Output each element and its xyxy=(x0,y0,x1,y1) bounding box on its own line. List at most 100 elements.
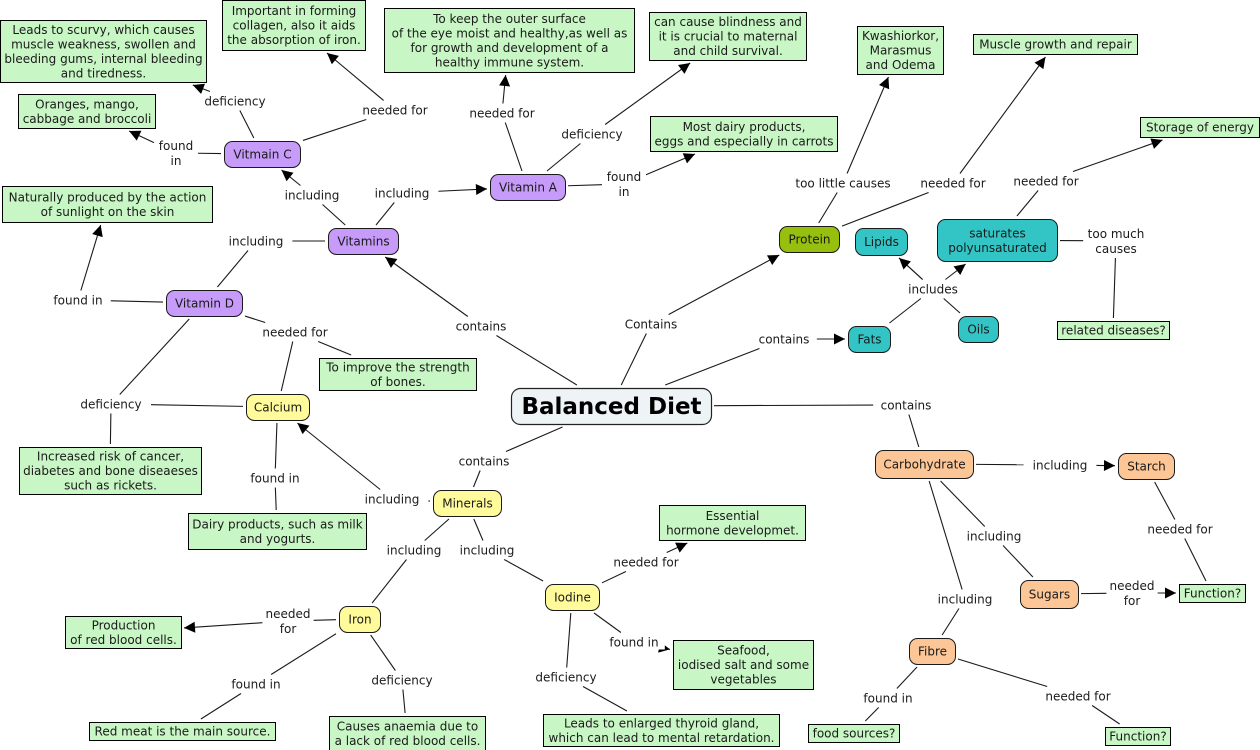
concept-label: Minerals xyxy=(442,497,493,511)
concept-thyroid[interactable]: Leads to enlarged thyroid gland, which ca… xyxy=(543,714,780,747)
concept-dairy-carrots[interactable]: Most dairy products, eggs and especially … xyxy=(650,116,838,152)
concept-iodine[interactable]: Iodine xyxy=(545,584,600,611)
concept-starch[interactable]: Starch xyxy=(1118,453,1175,480)
concept-function-starch[interactable]: Function? xyxy=(1179,584,1246,603)
concept-oranges[interactable]: Oranges, mango, cabbage and broccoli xyxy=(18,94,156,129)
concept-label: can cause blindness and it is crucial to … xyxy=(654,15,802,58)
link-label: needed for xyxy=(469,107,534,121)
concept-scurvy[interactable]: Leads to scurvy, which causes muscle weak… xyxy=(0,20,207,83)
connector-line xyxy=(270,633,337,675)
arrowhead-icon xyxy=(1034,57,1046,70)
concept-anaemia[interactable]: Causes anaemia due to a lack of red blood… xyxy=(329,716,486,750)
link-phrase: found in xyxy=(156,138,196,168)
connector-line xyxy=(943,298,961,314)
concept-label: Carbohydrate xyxy=(883,458,965,472)
concept-kwashiorkor[interactable]: Kwashiorkor, Marasmus and Odema xyxy=(857,26,944,75)
concept-collagen[interactable]: Important in forming collagen, also it ai… xyxy=(222,0,366,51)
arrowhead-icon xyxy=(1150,138,1163,149)
concept-label: Lipids xyxy=(864,235,899,249)
concept-fats[interactable]: Fats xyxy=(848,326,891,353)
concept-food-sources[interactable]: food sources? xyxy=(808,724,900,743)
connector-line xyxy=(503,559,544,582)
link-label: needed for xyxy=(262,326,327,340)
concept-muscle[interactable]: Muscle growth and repair xyxy=(973,34,1138,55)
link-phrase: contains xyxy=(875,397,937,413)
concept-lipids[interactable]: Lipids xyxy=(855,228,908,256)
connector-line xyxy=(375,202,395,226)
connector-line xyxy=(941,608,960,636)
connector-line xyxy=(302,118,367,141)
concept-vitamin-d[interactable]: Vitamin D xyxy=(166,290,243,317)
concept-carbohydrate[interactable]: Carbohydrate xyxy=(875,450,974,479)
concept-minerals[interactable]: Minerals xyxy=(433,490,502,517)
concept-label: Muscle growth and repair xyxy=(979,38,1132,52)
link-label: including xyxy=(229,235,284,249)
link-phrase: needed for xyxy=(1008,173,1084,189)
concept-rbc[interactable]: Production of red blood cells. xyxy=(65,616,182,649)
concept-calcium[interactable]: Calcium xyxy=(246,394,310,421)
link-label: needed for xyxy=(1013,175,1078,189)
concept-balanced-diet[interactable]: Balanced Diet xyxy=(510,387,713,426)
arrowhead-icon xyxy=(385,257,398,268)
concept-oils[interactable]: Oils xyxy=(958,316,999,343)
connector-line xyxy=(713,404,874,407)
arrowhead-icon xyxy=(326,53,339,65)
concept-blindness[interactable]: can cause blindness and it is crucial to … xyxy=(649,12,807,61)
link-phrase: including xyxy=(379,542,449,558)
concept-vitamin-c[interactable]: Vitmain C xyxy=(224,141,301,168)
connector-line xyxy=(473,518,484,541)
concept-label: Red meat is the main source. xyxy=(95,725,271,739)
concept-eye[interactable]: To keep the outer surface of the eye mois… xyxy=(384,8,635,73)
link-phrase: including xyxy=(452,542,522,558)
connector-line xyxy=(280,341,294,392)
link-label: including xyxy=(387,544,442,558)
link-phrase: includes xyxy=(902,281,964,297)
connector-line xyxy=(183,622,263,629)
concept-fibre[interactable]: Fibre xyxy=(909,638,956,665)
link-phrase: Contains xyxy=(620,316,682,332)
link-phrase: including xyxy=(1025,457,1095,473)
arrowhead-icon xyxy=(184,621,196,633)
link-phrase: needed for xyxy=(357,102,433,118)
concept-cancer[interactable]: Increased risk of cancer, diabetes and bo… xyxy=(19,447,202,495)
concept-milk[interactable]: Dairy products, such as milk and yogurts. xyxy=(188,513,367,550)
concept-seafood[interactable]: Seafood, iodised salt and some vegetables xyxy=(673,640,814,690)
link-phrase: including xyxy=(357,491,427,507)
concept-label: Important in forming collagen, also it ai… xyxy=(227,4,361,47)
concept-function-fibre[interactable]: Function? xyxy=(1105,727,1171,746)
concept-label: Vitamin A xyxy=(499,181,558,195)
connector-line xyxy=(274,487,277,511)
connector-line xyxy=(896,666,918,689)
connector-line xyxy=(928,480,963,590)
connector-line xyxy=(959,56,1046,174)
concept-label: Vitamins xyxy=(337,235,389,249)
concept-energy[interactable]: Storage of energy xyxy=(1140,117,1260,138)
concept-hormone[interactable]: Essential hormone developmet. xyxy=(659,505,806,541)
link-label: contains xyxy=(881,399,932,413)
arrowhead-icon xyxy=(92,225,103,238)
connector-line xyxy=(504,122,523,172)
link-label: including xyxy=(365,493,420,507)
link-phrase: contains xyxy=(753,331,815,347)
concept-red-meat[interactable]: Red meat is the main source. xyxy=(89,722,276,741)
concept-iron[interactable]: Iron xyxy=(339,606,381,633)
concept-sunlight[interactable]: Naturally produced by the action of sunli… xyxy=(2,186,213,223)
connector-line xyxy=(313,619,337,621)
connector-line xyxy=(150,404,244,407)
arrowhead-icon xyxy=(953,264,966,276)
link-label: needed for xyxy=(920,177,985,191)
connector-line xyxy=(326,52,385,101)
concept-sugars[interactable]: Sugars xyxy=(1020,580,1079,609)
connector-line xyxy=(297,422,381,490)
connector-line xyxy=(1112,257,1116,319)
link-phrase: deficiency xyxy=(364,672,440,688)
concept-protein[interactable]: Protein xyxy=(779,226,840,253)
link-phrase: needed for xyxy=(608,554,684,570)
concept-saturates[interactable]: saturates polyunsaturated xyxy=(937,219,1058,262)
concept-bones[interactable]: To improve the strength of bones. xyxy=(319,358,477,391)
concept-vitamin-a[interactable]: Vitamin A xyxy=(490,174,566,201)
connector-line xyxy=(402,689,406,714)
link-label: too little causes xyxy=(795,177,890,191)
concept-diseases[interactable]: related diseases? xyxy=(1057,321,1170,340)
concept-vitamins[interactable]: Vitamins xyxy=(328,228,399,255)
